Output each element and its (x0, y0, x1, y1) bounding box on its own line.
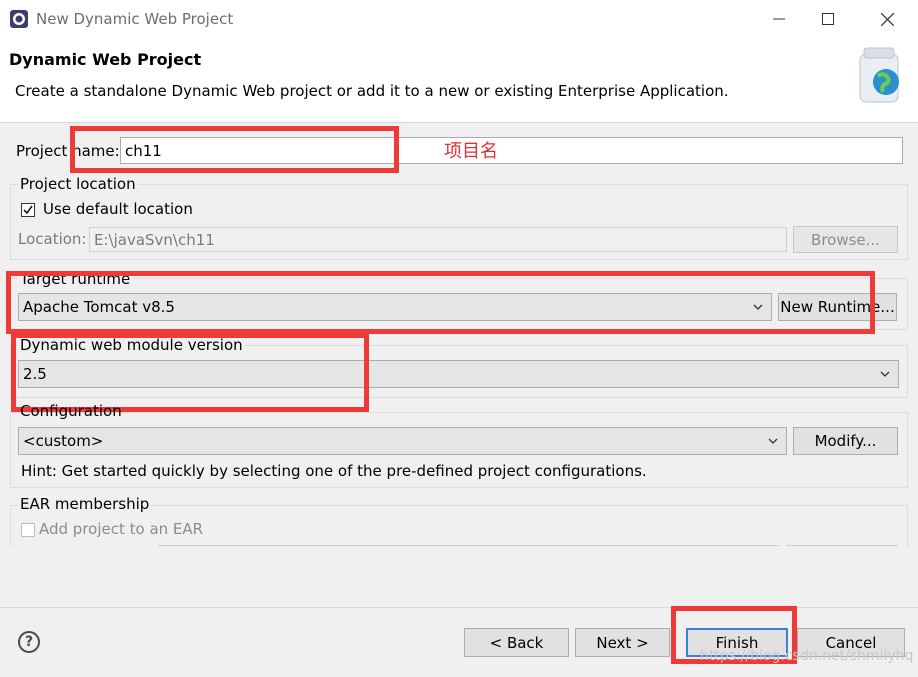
chevron-down-icon (768, 438, 778, 444)
project-location-title: Project location (18, 175, 138, 193)
wizard-title: Dynamic Web Project (9, 50, 202, 69)
close-icon[interactable] (864, 0, 910, 38)
next-button[interactable]: Next > (575, 628, 670, 657)
annotation-project-name: 项目名 (444, 141, 498, 162)
chevron-down-icon (753, 304, 763, 310)
target-runtime-select[interactable]: Apache Tomcat v8.5 (18, 293, 772, 321)
minimize-icon[interactable] (756, 0, 802, 38)
new-runtime-button[interactable]: New Runtime... (778, 293, 897, 321)
help-icon[interactable]: ? (18, 631, 40, 653)
configuration-title: Configuration (20, 402, 122, 420)
eclipse-app-icon (10, 10, 28, 28)
module-version-title: Dynamic web module version (18, 336, 245, 354)
chevron-down-icon (880, 371, 890, 377)
use-default-location-label: Use default location (43, 200, 193, 218)
location-label: Location: (18, 230, 87, 248)
ear-new-button-edge (786, 545, 898, 549)
target-runtime-value: Apache Tomcat v8.5 (23, 298, 175, 316)
module-version-value: 2.5 (23, 365, 47, 383)
watermark-text: https://blog.csdn.net/shmilyhq (700, 648, 914, 664)
project-name-input[interactable]: ch11 (120, 137, 903, 164)
browse-button[interactable]: Browse... (793, 226, 898, 253)
back-button[interactable]: < Back (464, 628, 569, 657)
wizard-description: Create a standalone Dynamic Web project … (15, 82, 729, 100)
modify-button[interactable]: Modify... (793, 427, 898, 455)
ear-project-field-edge (158, 545, 780, 549)
configuration-hint: Hint: Get started quickly by selecting o… (21, 462, 647, 480)
maximize-icon[interactable] (805, 0, 851, 38)
configuration-value: <custom> (23, 432, 104, 450)
web-project-banner-icon (859, 47, 899, 103)
target-runtime-title: Target runtime (18, 270, 133, 288)
add-to-ear-checkbox[interactable] (21, 523, 35, 537)
use-default-location-checkbox[interactable] (21, 203, 35, 217)
ear-membership-title: EAR membership (18, 495, 152, 513)
module-version-select[interactable]: 2.5 (18, 360, 899, 388)
add-to-ear-label: Add project to an EAR (39, 520, 204, 538)
project-name-label: Project name: (16, 142, 120, 160)
window-title: New Dynamic Web Project (36, 10, 234, 28)
checkmark-icon (23, 205, 33, 215)
configuration-select[interactable]: <custom> (18, 427, 787, 455)
location-input[interactable]: E:\javaSvn\ch11 (89, 227, 787, 252)
